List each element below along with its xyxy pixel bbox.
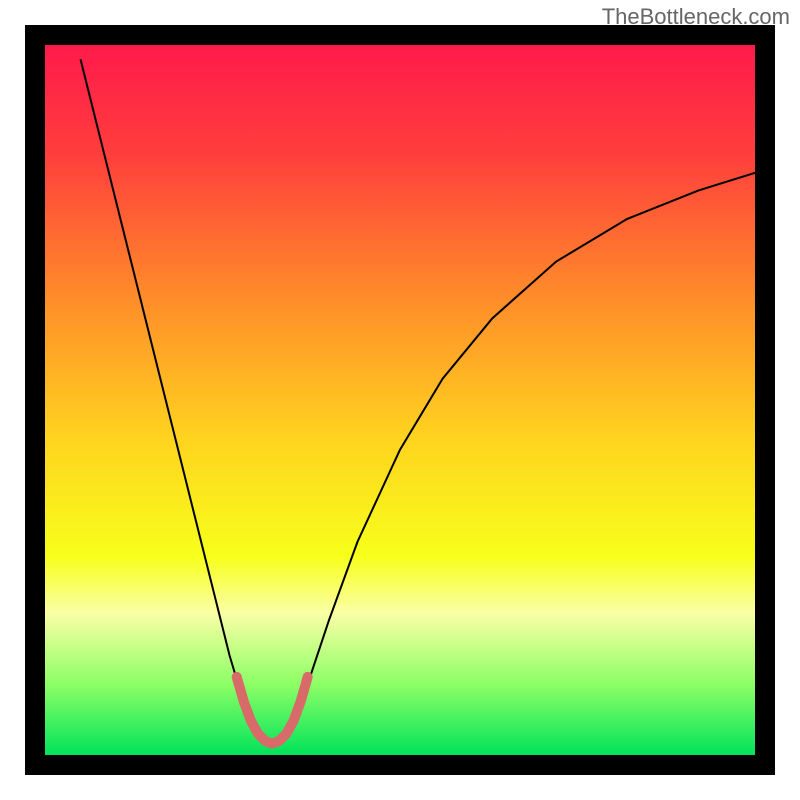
plot-frame [25, 25, 775, 775]
chart-svg [45, 45, 755, 755]
gradient-background [45, 45, 755, 755]
watermark-text: TheBottleneck.com [602, 4, 790, 30]
chart-wrapper: TheBottleneck.com [0, 0, 800, 800]
plot-area [45, 45, 755, 755]
